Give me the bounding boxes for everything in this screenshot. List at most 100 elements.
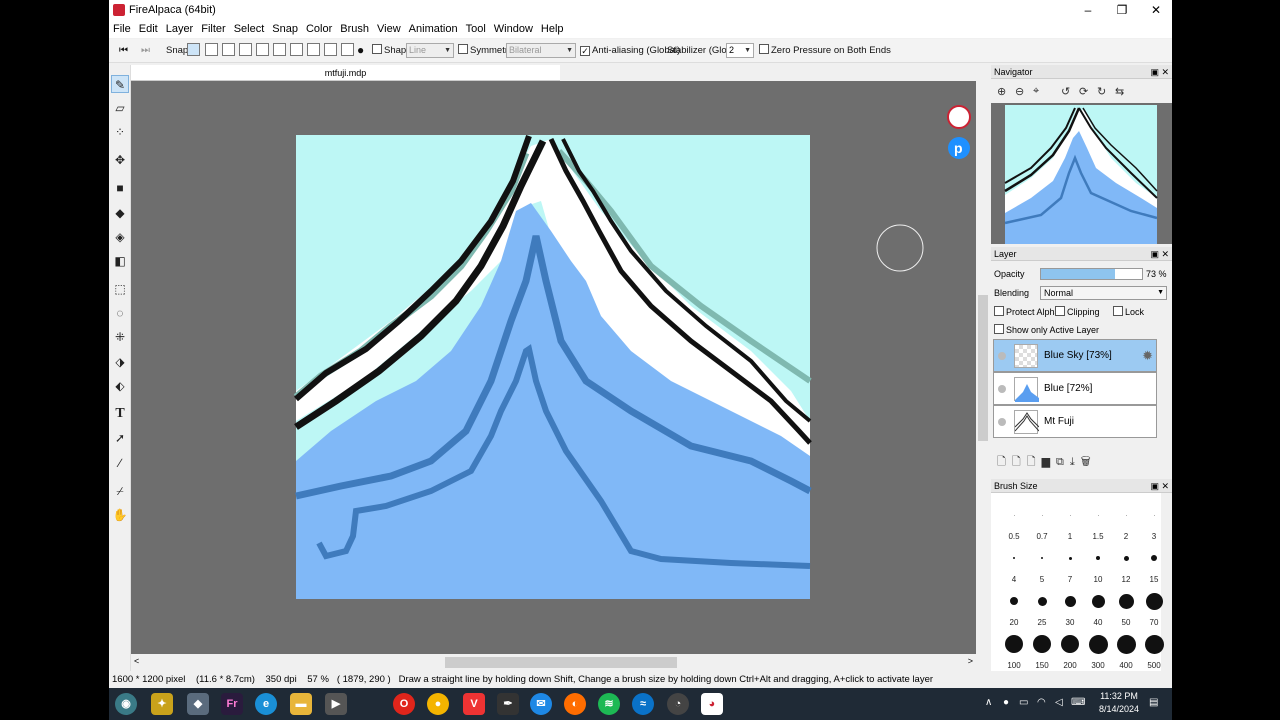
battery-icon[interactable]: ▭ [1019, 697, 1028, 708]
divide-tool-icon[interactable]: ∕ [111, 454, 129, 472]
snap-grid-icon[interactable] [307, 43, 320, 56]
clipping-checkbox[interactable]: Clipping [1055, 306, 1100, 317]
horizontal-scrollbar[interactable]: < > [131, 654, 976, 671]
snap-circle-icon[interactable] [273, 43, 286, 56]
taskbar-app-1-icon[interactable]: ✦ [151, 693, 173, 715]
text-tool-icon[interactable]: T [111, 405, 129, 423]
stabilizer-select[interactable]: 2 ▼ [726, 43, 754, 58]
brush-size-cell[interactable]: 3 [1140, 501, 1168, 541]
delete-layer-icon[interactable]: 🗑 [1081, 456, 1097, 468]
menu-filter[interactable]: Filter [197, 21, 229, 35]
lasso-tool-icon[interactable]: ◌ [111, 304, 129, 322]
canvas-area[interactable]: p [131, 81, 976, 654]
dot-tool-icon[interactable]: ⁘ [111, 123, 129, 141]
brush-size-cell[interactable]: 2 [1112, 501, 1140, 541]
brush-size-cell[interactable]: 1 [1056, 501, 1084, 541]
maximize-button[interactable]: ❐ [1105, 0, 1139, 21]
menu-snap[interactable]: Snap [268, 21, 302, 35]
visibility-icon[interactable] [998, 418, 1006, 426]
snap-radial-icon[interactable] [256, 43, 269, 56]
firefox-browser-icon[interactable]: ◐ [564, 693, 586, 715]
document-tab[interactable]: mtfuji.mdp [131, 65, 560, 81]
merge-down-icon[interactable]: ⤓ [1070, 456, 1081, 468]
volume-icon[interactable]: ◁ [1055, 697, 1063, 708]
brush-size-cell[interactable]: 300 [1084, 630, 1112, 670]
brush-size-cell[interactable]: 70 [1140, 587, 1168, 627]
brush-size-cell[interactable]: 100 [1000, 630, 1028, 670]
select-pen-tool-icon[interactable]: ⬗ [111, 353, 129, 371]
drawing-canvas[interactable]: p [131, 81, 976, 654]
navigator-close-icon[interactable]: ▣ ✕ [1150, 65, 1169, 79]
gradient-tool-icon[interactable]: ◧ [111, 252, 129, 270]
blending-select[interactable]: Normal ▼ [1040, 286, 1167, 300]
next-icon[interactable]: ⏭ [141, 42, 150, 59]
vivaldi-browser-icon[interactable]: V [463, 693, 485, 715]
snap-parallel-icon[interactable] [205, 43, 218, 56]
layer-settings-gear-icon[interactable]: ✹ [1142, 348, 1153, 364]
brush-size-cell[interactable]: 1.5 [1084, 501, 1112, 541]
taskbar-app-3-icon[interactable]: ▶ [325, 693, 347, 715]
prev-icon[interactable]: ⏮ [119, 42, 128, 59]
zoom-out-icon[interactable]: ⊖ [1015, 85, 1024, 98]
layer-close-icon[interactable]: ▣ ✕ [1150, 247, 1169, 261]
select-eraser-tool-icon[interactable]: ⬖ [111, 377, 129, 395]
brush-size-cell[interactable]: 5 [1028, 544, 1056, 584]
brush-size-cell[interactable]: 25 [1028, 587, 1056, 627]
tray-chevron-icon[interactable]: ∧ [985, 697, 992, 708]
menu-select[interactable]: Select [230, 21, 269, 35]
menu-tool[interactable]: Tool [462, 21, 490, 35]
new-8bit-layer-icon[interactable]: 🗋 [1012, 456, 1027, 468]
rotate-right-icon[interactable]: ↻ [1097, 85, 1106, 98]
notifications-icon[interactable]: ▤ [1149, 697, 1158, 708]
snap-cross-icon[interactable] [222, 43, 235, 56]
brush-size-cell[interactable]: 20 [1000, 587, 1028, 627]
menu-layer[interactable]: Layer [162, 21, 198, 35]
menu-color[interactable]: Color [302, 21, 336, 35]
opacity-slider[interactable] [1040, 268, 1143, 280]
brush-size-close-icon[interactable]: ▣ ✕ [1150, 479, 1169, 493]
duplicate-layer-icon[interactable]: ⧉ [1056, 456, 1070, 468]
menu-file[interactable]: File [109, 21, 135, 35]
snap-curve-icon[interactable] [290, 43, 303, 56]
symmetry-checkbox[interactable]: Symmetry [458, 42, 513, 59]
menu-window[interactable]: Window [490, 21, 537, 35]
operation-tool-icon[interactable]: ➚ [111, 429, 129, 447]
brush-size-cell[interactable]: 30 [1056, 587, 1084, 627]
brush-size-cell[interactable]: 12 [1112, 544, 1140, 584]
scroll-right-icon[interactable]: > [968, 656, 973, 666]
menu-edit[interactable]: Edit [135, 21, 162, 35]
file-explorer-icon[interactable]: ▬ [290, 693, 312, 715]
zoom-fit-icon[interactable]: ⌖ [1033, 85, 1039, 98]
zero-pressure-checkbox[interactable]: Zero Pressure on Both Ends [759, 42, 891, 59]
wifi-icon[interactable]: ◠ [1037, 697, 1046, 708]
snap-point-icon[interactable]: ● [357, 42, 364, 59]
start-button-icon[interactable]: ◉ [115, 693, 137, 715]
chrome-browser-icon[interactable]: ● [427, 693, 449, 715]
vertical-scroll-thumb[interactable] [978, 295, 988, 441]
snap-off-icon[interactable] [187, 43, 200, 56]
shape-select[interactable]: Line ▼ [406, 43, 454, 58]
edge-browser-icon[interactable]: e [255, 693, 277, 715]
protect-alpha-checkbox[interactable]: Protect Alpha [994, 306, 1060, 317]
symmetry-select[interactable]: Bilateral ▼ [506, 43, 576, 58]
firealpaca-taskbar-icon[interactable]: ◕ [701, 693, 723, 715]
scroll-left-icon[interactable]: < [134, 656, 139, 666]
bucket-tool-icon[interactable]: ◈ [111, 228, 129, 246]
vertical-scrollbar[interactable] [976, 81, 990, 654]
snap-3d-icon[interactable] [324, 43, 337, 56]
fill-rect-tool-icon[interactable]: ■ [111, 179, 129, 197]
minimize-button[interactable]: – [1071, 0, 1105, 21]
fresco-app-icon[interactable]: Fr [221, 693, 243, 715]
rotate-reset-icon[interactable]: ⟳ [1079, 85, 1088, 98]
keyboard-icon[interactable]: ⌨ [1071, 697, 1085, 708]
antialias-checkbox[interactable]: ✓ Anti-aliasing (Global) [580, 42, 680, 59]
new-layer-icon[interactable]: 🗋 [997, 456, 1012, 468]
brush-size-cell[interactable]: 10 [1084, 544, 1112, 584]
brush-size-cell[interactable]: 400 [1112, 630, 1140, 670]
snap-settings-icon[interactable] [341, 43, 354, 56]
fill-lasso-tool-icon[interactable]: ◆ [111, 204, 129, 222]
zoom-in-icon[interactable]: ⊕ [997, 85, 1006, 98]
alpaca-mascot-icon[interactable] [947, 105, 971, 129]
menu-view[interactable]: View [373, 21, 405, 35]
brush-size-cell[interactable]: 200 [1056, 630, 1084, 670]
